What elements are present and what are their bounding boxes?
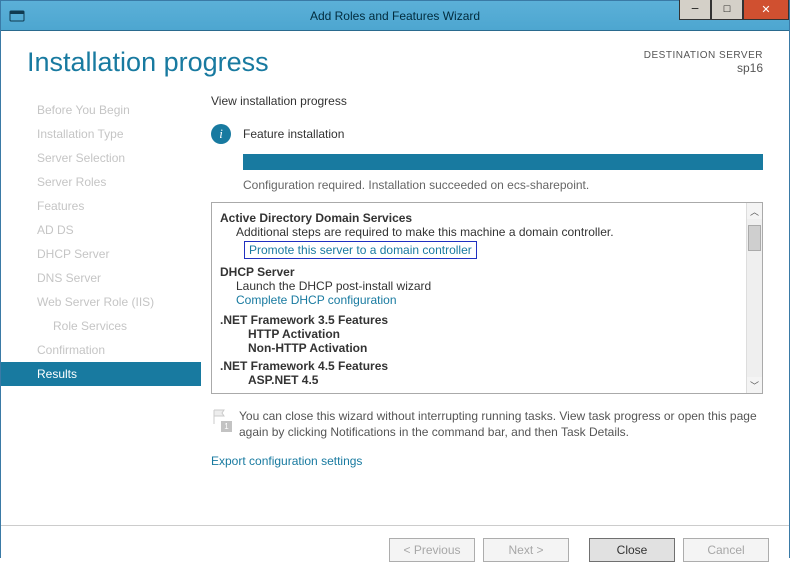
scroll-down-button[interactable]: ﹀ — [747, 377, 762, 393]
result-net35-item-1: Non-HTTP Activation — [220, 341, 738, 355]
step-web-server-role: Web Server Role (IIS) — [1, 290, 201, 314]
step-results[interactable]: Results — [1, 362, 201, 386]
window-controls: ─ □ ✕ — [679, 1, 789, 30]
wizard-steps-sidebar: Before You Begin Installation Type Serve… — [1, 88, 201, 525]
result-adds-title: Active Directory Domain Services — [220, 211, 738, 225]
close-window-button[interactable]: ✕ — [743, 0, 789, 20]
window-title: Add Roles and Features Wizard — [1, 9, 789, 23]
scroll-thumb[interactable] — [748, 225, 761, 251]
step-installation-type: Installation Type — [1, 122, 201, 146]
info-icon: i — [211, 124, 231, 144]
notification-flag-icon: 1 — [211, 408, 229, 430]
export-settings-link[interactable]: Export configuration settings — [211, 454, 362, 468]
results-scrollbar[interactable]: ︿ ﹀ — [746, 203, 762, 393]
destination-label: DESTINATION SERVER — [644, 50, 763, 61]
button-bar: < Previous Next > Close Cancel — [1, 525, 789, 573]
result-net35-item-0: HTTP Activation — [220, 327, 738, 341]
step-role-services: Role Services — [1, 314, 201, 338]
result-net45-item-0: ASP.NET 4.5 — [220, 373, 738, 387]
result-dhcp-title: DHCP Server — [220, 265, 738, 279]
step-dhcp-server: DHCP Server — [1, 242, 201, 266]
results-box: Active Directory Domain Services Additio… — [211, 202, 763, 394]
notification-count-badge: 1 — [221, 421, 232, 432]
progress-bar — [243, 154, 763, 170]
scroll-up-button[interactable]: ︿ — [747, 203, 762, 219]
promote-server-link[interactable]: Promote this server to a domain controll… — [244, 241, 477, 259]
minimize-button[interactable]: ─ — [679, 0, 711, 20]
page-header: Installation progress DESTINATION SERVER… — [1, 31, 789, 88]
result-dhcp-note: Launch the DHCP post-install wizard — [220, 279, 738, 293]
destination-server-name: sp16 — [644, 61, 763, 75]
destination-server: DESTINATION SERVER sp16 — [644, 50, 763, 75]
titlebar: Add Roles and Features Wizard ─ □ ✕ — [1, 1, 789, 31]
status-title: Feature installation — [243, 127, 344, 141]
status-row: i Feature installation — [211, 124, 763, 144]
app-icon — [9, 8, 25, 24]
step-ad-ds: AD DS — [1, 218, 201, 242]
view-label: View installation progress — [211, 94, 763, 108]
page-title: Installation progress — [27, 47, 269, 78]
footer-note-text: You can close this wizard without interr… — [239, 408, 763, 440]
main-content: View installation progress i Feature ins… — [201, 88, 789, 525]
step-before-you-begin: Before You Begin — [1, 98, 201, 122]
result-net35-title: .NET Framework 3.5 Features — [220, 313, 738, 327]
maximize-button[interactable]: □ — [711, 0, 743, 20]
status-message: Configuration required. Installation suc… — [243, 178, 763, 192]
step-features: Features — [1, 194, 201, 218]
step-confirmation: Confirmation — [1, 338, 201, 362]
result-adds-note: Additional steps are required to make th… — [220, 225, 738, 239]
step-dns-server: DNS Server — [1, 266, 201, 290]
footer-note: 1 You can close this wizard without inte… — [211, 408, 763, 440]
result-net45-title: .NET Framework 4.5 Features — [220, 359, 738, 373]
complete-dhcp-link[interactable]: Complete DHCP configuration — [236, 293, 397, 307]
step-server-selection: Server Selection — [1, 146, 201, 170]
step-server-roles: Server Roles — [1, 170, 201, 194]
